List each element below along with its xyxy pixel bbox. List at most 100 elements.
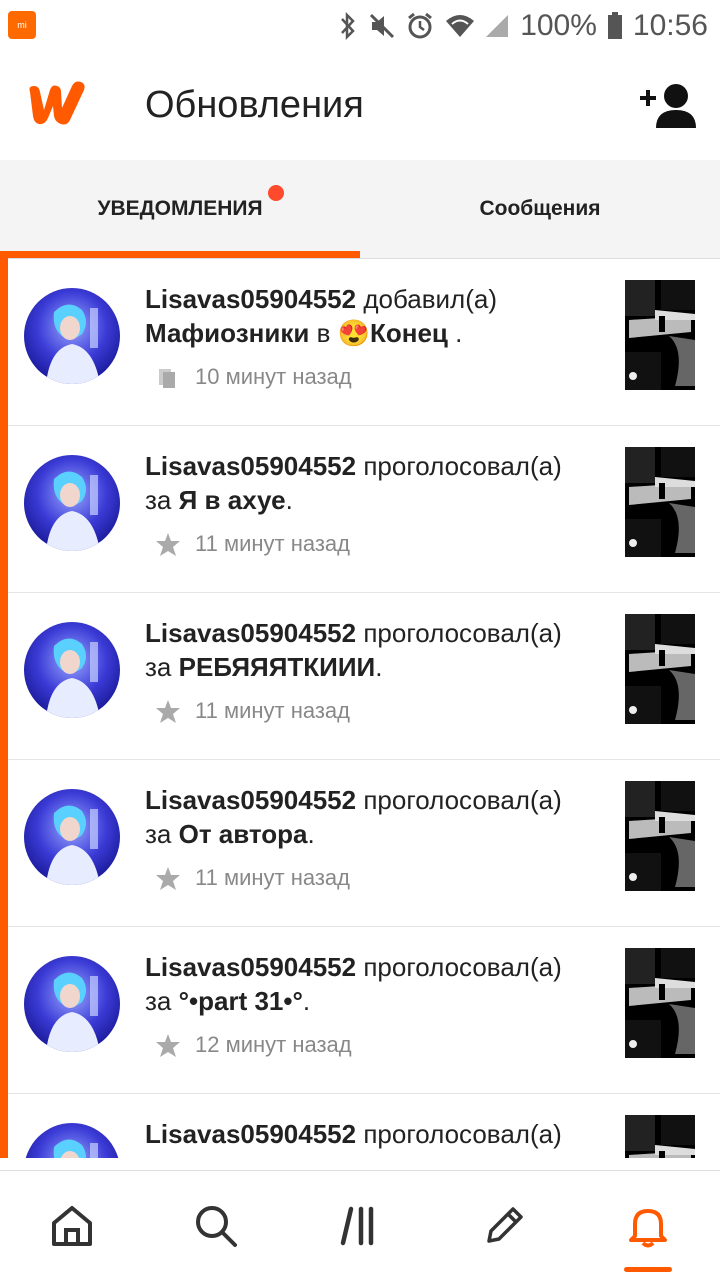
nav-active-indicator (624, 1267, 672, 1272)
notification-end: . (447, 318, 463, 348)
notification-user[interactable]: Lisavas05904552 (145, 1119, 356, 1149)
page-title: Обновления (145, 84, 364, 126)
story-thumbnail[interactable] (625, 280, 695, 390)
avatar[interactable] (24, 288, 120, 384)
avatar[interactable] (24, 622, 120, 718)
status-icons: 100% 10:56 (338, 8, 708, 44)
notification-meta: 12 минут назад (155, 1030, 352, 1060)
notification-text: Lisavas05904552 проголосовал(а) (145, 1117, 615, 1151)
notification-text: Lisavas05904552 проголосовал(а) за РЕБЯЯЯ… (145, 616, 615, 684)
nav-notifications[interactable] (576, 1171, 720, 1281)
status-bar: mi 100% 10:56 (0, 0, 720, 52)
notification-time: 10 минут назад (195, 364, 352, 389)
notification-action: проголосовал(а) (363, 451, 562, 481)
notification-item[interactable]: Lisavas05904552 проголосовал(а) за От авт… (8, 759, 720, 927)
tab-bar: УВЕДОМЛЕНИЯ Сообщения (0, 160, 720, 259)
bell-icon (629, 1209, 667, 1248)
add-user-icon[interactable] (640, 80, 696, 130)
mi-badge-text: mi (17, 20, 27, 30)
notification-item[interactable]: Lisavas05904552 проголосовал(а) за °•part… (8, 926, 720, 1094)
notification-item[interactable]: Lisavas05904552 добавил(а) Мафиозники в 😍… (8, 258, 720, 426)
story-thumbnail[interactable] (625, 781, 695, 891)
notification-meta: 11 минут назад (155, 863, 350, 893)
notification-time: 11 минут назад (195, 531, 350, 556)
notification-target[interactable]: °•part 31•° (179, 986, 303, 1016)
notification-meta: 11 минут назад (155, 696, 350, 726)
notification-target[interactable]: РЕБЯЯЯТКИИИ (179, 652, 376, 682)
notification-connector: за (145, 652, 172, 682)
bottom-nav (0, 1170, 720, 1281)
mute-icon (370, 13, 395, 39)
mi-badge: mi (8, 11, 36, 39)
avatar[interactable] (24, 956, 120, 1052)
story-thumbnail[interactable] (625, 614, 695, 724)
wifi-icon (446, 15, 475, 37)
notification-end: . (375, 652, 383, 682)
notification-list[interactable]: Lisavas05904552 добавил(а) Мафиозники в 😍… (0, 258, 720, 1158)
tab-notifications-label: УВЕДОМЛЕНИЯ (97, 197, 263, 220)
clock: 10:56 (632, 9, 708, 42)
notification-user[interactable]: Lisavas05904552 (145, 952, 356, 982)
notification-text: Lisavas05904552 добавил(а) Мафиозники в 😍… (145, 282, 615, 350)
notification-action: проголосовал(а) (363, 1119, 562, 1149)
notification-connector: за (145, 986, 172, 1016)
active-tab-indicator (0, 251, 360, 258)
star-icon (155, 698, 181, 724)
notification-user[interactable]: Lisavas05904552 (145, 618, 356, 648)
notification-action: добавил(а) (363, 284, 497, 314)
notification-user[interactable]: Lisavas05904552 (145, 785, 356, 815)
notification-target[interactable]: Конец (370, 318, 448, 348)
emoji-heart-eyes-icon: 😍 (337, 318, 370, 348)
notification-item[interactable]: Lisavas05904552 проголосовал(а) за Я в ах… (8, 425, 720, 593)
notification-action: проголосовал(а) (363, 785, 562, 815)
write-icon (487, 1207, 523, 1243)
notification-text: Lisavas05904552 проголосовал(а) за Я в ах… (145, 449, 615, 517)
notification-end: . (285, 485, 293, 515)
story-thumbnail[interactable] (625, 1115, 695, 1158)
notification-action: проголосовал(а) (363, 952, 562, 982)
notification-action: проголосовал(а) (363, 618, 562, 648)
list-accent-bar (0, 258, 8, 1158)
notification-meta: 10 минут назад (155, 362, 352, 392)
home-icon (52, 1206, 92, 1246)
library-icon (155, 364, 181, 390)
notification-target[interactable]: От автора (179, 819, 308, 849)
notification-end: . (307, 819, 315, 849)
avatar[interactable] (24, 789, 120, 885)
notification-item[interactable]: Lisavas05904552 проголосовал(а) (8, 1093, 720, 1158)
notification-text: Lisavas05904552 проголосовал(а) за °•part… (145, 950, 615, 1018)
notification-item[interactable]: Lisavas05904552 проголосовал(а) за РЕБЯЯЯ… (8, 592, 720, 760)
nav-library[interactable] (288, 1171, 432, 1281)
bluetooth-icon (341, 11, 355, 41)
notification-object[interactable]: Мафиозники (145, 318, 309, 348)
story-thumbnail[interactable] (625, 447, 695, 557)
app-header: Обновления (0, 52, 720, 160)
wattpad-logo[interactable] (24, 78, 90, 128)
star-icon (155, 531, 181, 557)
notification-meta: 11 минут назад (155, 529, 350, 559)
star-icon (155, 865, 181, 891)
star-icon (155, 1032, 181, 1058)
notification-target[interactable]: Я в ахуе (179, 485, 286, 515)
notification-text: Lisavas05904552 проголосовал(а) за От авт… (145, 783, 615, 851)
notification-dot (268, 185, 284, 201)
nav-write[interactable] (432, 1171, 576, 1281)
notification-user[interactable]: Lisavas05904552 (145, 451, 356, 481)
tab-messages[interactable]: Сообщения (360, 160, 720, 258)
search-icon (196, 1206, 237, 1247)
story-thumbnail[interactable] (625, 948, 695, 1058)
avatar[interactable] (24, 1123, 120, 1158)
battery-icon (607, 12, 622, 39)
notification-connector: за (145, 485, 172, 515)
alarm-icon (408, 12, 433, 39)
notification-end: . (302, 986, 311, 1016)
notification-time: 11 минут назад (195, 865, 350, 890)
tab-messages-label: Сообщения (479, 197, 601, 220)
notification-connector: за (145, 819, 172, 849)
nav-search[interactable] (144, 1171, 288, 1281)
avatar[interactable] (24, 455, 120, 551)
library-icon (340, 1206, 374, 1246)
nav-home[interactable] (0, 1171, 144, 1281)
tab-notifications[interactable]: УВЕДОМЛЕНИЯ (0, 160, 360, 258)
notification-user[interactable]: Lisavas05904552 (145, 284, 356, 314)
